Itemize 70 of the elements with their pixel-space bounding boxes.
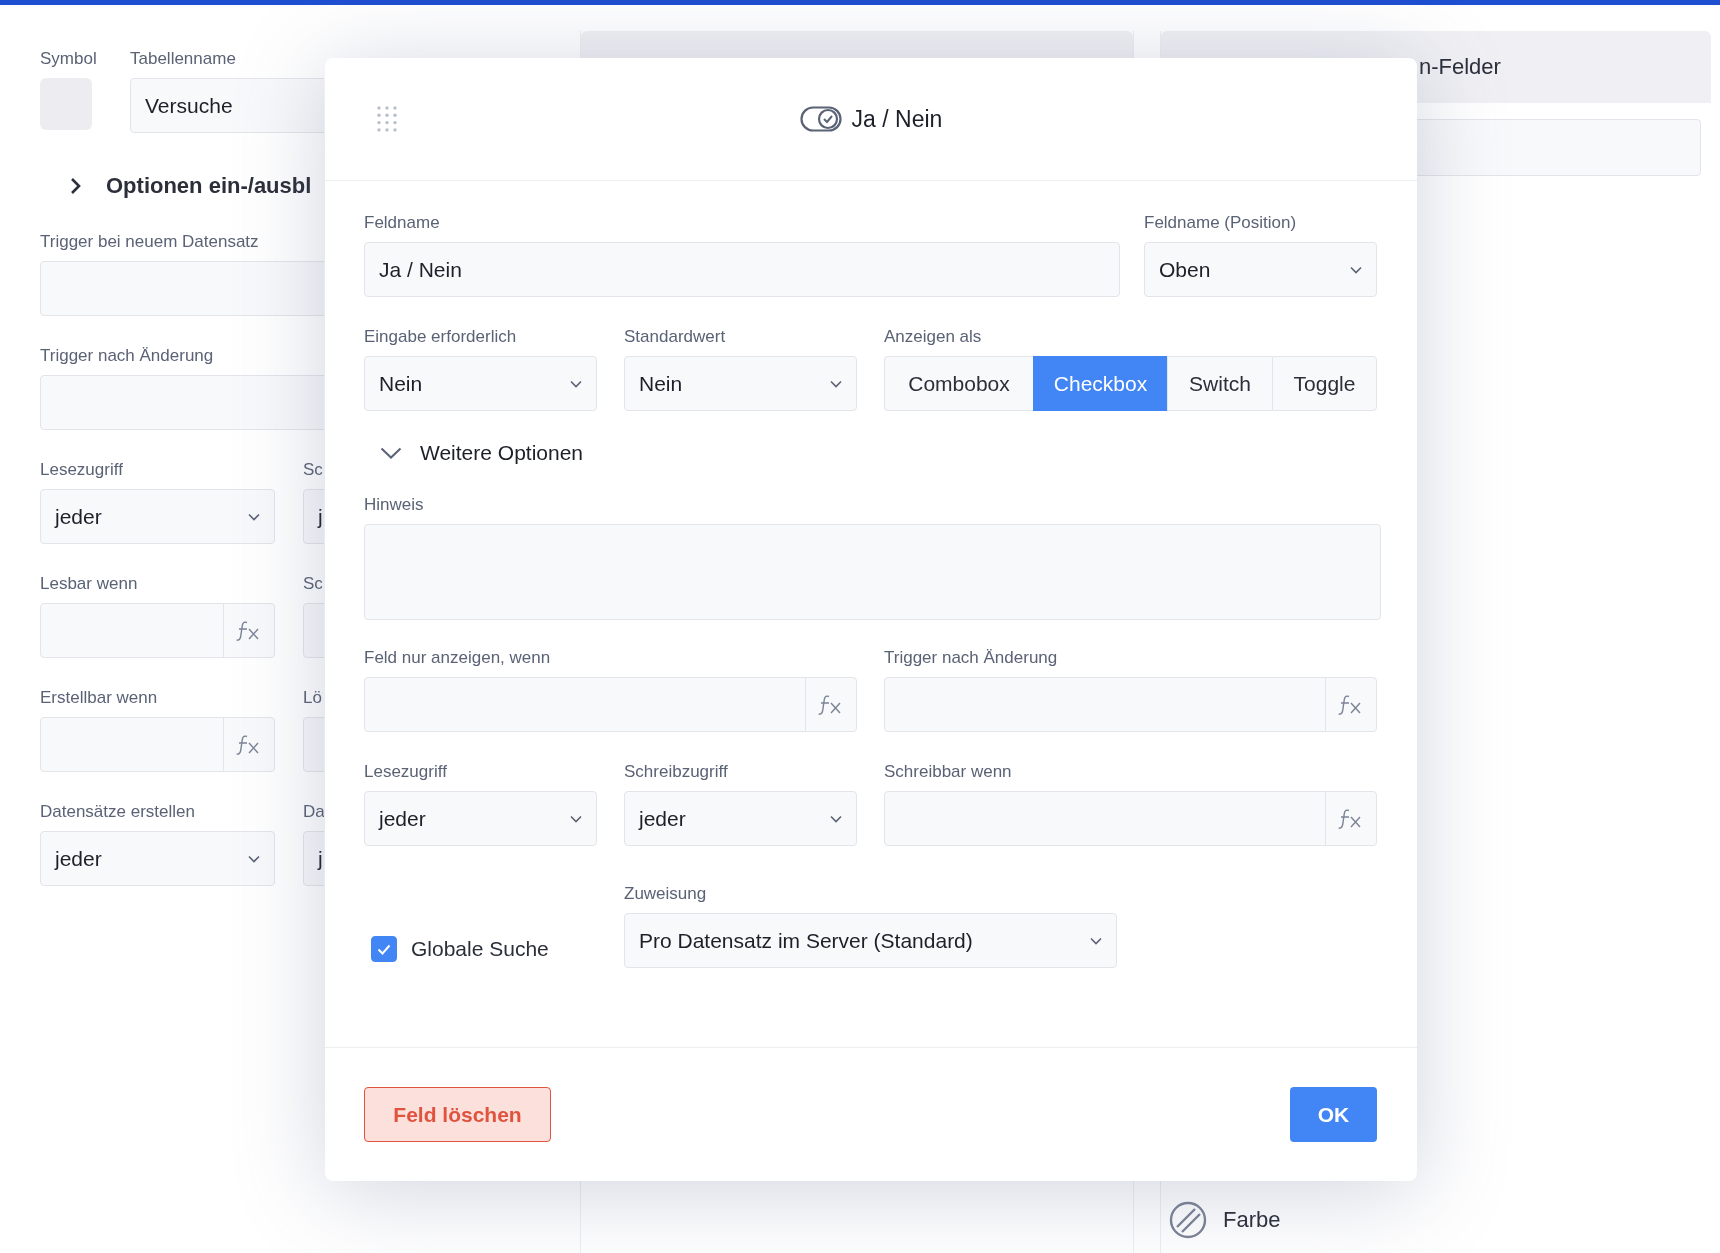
field-label: Lesezugriff: [364, 762, 448, 782]
segment-tab[interactable]: Checkbox: [1033, 356, 1167, 411]
field-label: Hinweis: [364, 495, 425, 515]
striped-circle-icon: [1169, 1201, 1207, 1239]
chevron-down-icon: [830, 814, 842, 823]
select-field[interactable]: Oben: [1144, 242, 1377, 297]
chevron-icon: [380, 447, 402, 459]
formula-field[interactable]: [40, 603, 275, 658]
field-label: Feld nur anzeigen, wenn: [364, 648, 552, 668]
select-field[interactable]: Nein: [364, 356, 597, 411]
select-field[interactable]: Nein: [624, 356, 857, 411]
field-label: Symbol: [40, 49, 94, 69]
chevron-down-icon: [1090, 936, 1102, 945]
checkbox[interactable]: [371, 936, 397, 962]
ok-button[interactable]: OK: [1290, 1087, 1377, 1142]
field-label: Datensätze erstellen: [40, 802, 196, 822]
options-toggle[interactable]: Optionen ein-/ausbl: [70, 173, 324, 199]
field-label: Erstellbar wenn: [40, 688, 159, 708]
check-icon: [377, 943, 391, 955]
formula-field[interactable]: [364, 677, 857, 732]
field-label: Sc: [303, 460, 324, 480]
chevron-icon: [70, 177, 82, 195]
field-label: Feldname: [364, 213, 441, 233]
select-field[interactable]: Pro Datensatz im Server (Standard): [624, 913, 1117, 968]
chevron-down-icon: [248, 512, 260, 521]
input-field[interactable]: [40, 375, 324, 430]
field-label: Lesbar wenn: [40, 574, 139, 594]
select-field[interactable]: jeder: [624, 791, 857, 846]
select-field[interactable]: j: [303, 489, 324, 544]
field-label: Feldname (Position): [1144, 213, 1298, 233]
field-label: Schreibzugriff: [624, 762, 729, 782]
field-label: Schreibbar wenn: [884, 762, 1013, 782]
chevron-down-icon: [248, 854, 260, 863]
input-field[interactable]: [40, 261, 324, 316]
field-label: Anzeigen als: [884, 327, 983, 347]
formula-field[interactable]: [40, 717, 275, 772]
segment-tab[interactable]: Combobox: [884, 356, 1033, 411]
segment-tab[interactable]: Switch: [1167, 356, 1272, 411]
chevron-down-icon: [570, 379, 582, 388]
select-field[interactable]: jeder: [40, 489, 275, 544]
field-label: Standardwert: [624, 327, 727, 347]
table-name-field[interactable]: Versuche: [130, 78, 324, 133]
select-field[interactable]: jeder: [40, 831, 275, 886]
formula-field[interactable]: [884, 677, 1377, 732]
field-label: Trigger bei neuem Datensatz: [40, 232, 260, 252]
more-options-toggle[interactable]: Weitere Optionen: [380, 441, 1377, 465]
field-name-input[interactable]: Ja / Nein: [364, 242, 1120, 297]
field-label: Zuweisung: [624, 884, 708, 904]
toggle-check-icon: [799, 106, 842, 132]
select-field[interactable]: j: [303, 831, 324, 886]
dialog-title: Ja / Nein: [851, 105, 943, 133]
panel-title: n-Felder: [1419, 54, 1501, 80]
drag-handle-icon[interactable]: [376, 105, 398, 133]
chevron-down-icon: [1350, 265, 1362, 274]
field-label: Lö: [303, 688, 323, 708]
select-field[interactable]: jeder: [364, 791, 597, 846]
field-label: Eingabe erforderlich: [364, 327, 518, 347]
chevron-down-icon: [570, 814, 582, 823]
field-label: Tabellenname: [130, 49, 237, 69]
field-label: Da: [303, 802, 324, 822]
field-label: Trigger nach Änderung: [40, 346, 215, 366]
checkbox-label: Globale Suche: [411, 937, 549, 961]
segment-tab[interactable]: Toggle: [1272, 356, 1377, 411]
formula-field[interactable]: [884, 791, 1377, 846]
hint-textarea[interactable]: [364, 524, 1381, 620]
field-label: Trigger nach Änderung: [884, 648, 1059, 668]
field-label: Sc: [303, 574, 324, 594]
field-label: Lesezugriff: [40, 460, 124, 480]
field-type-item[interactable]: Farbe: [1161, 1201, 1711, 1253]
chevron-down-icon: [830, 379, 842, 388]
